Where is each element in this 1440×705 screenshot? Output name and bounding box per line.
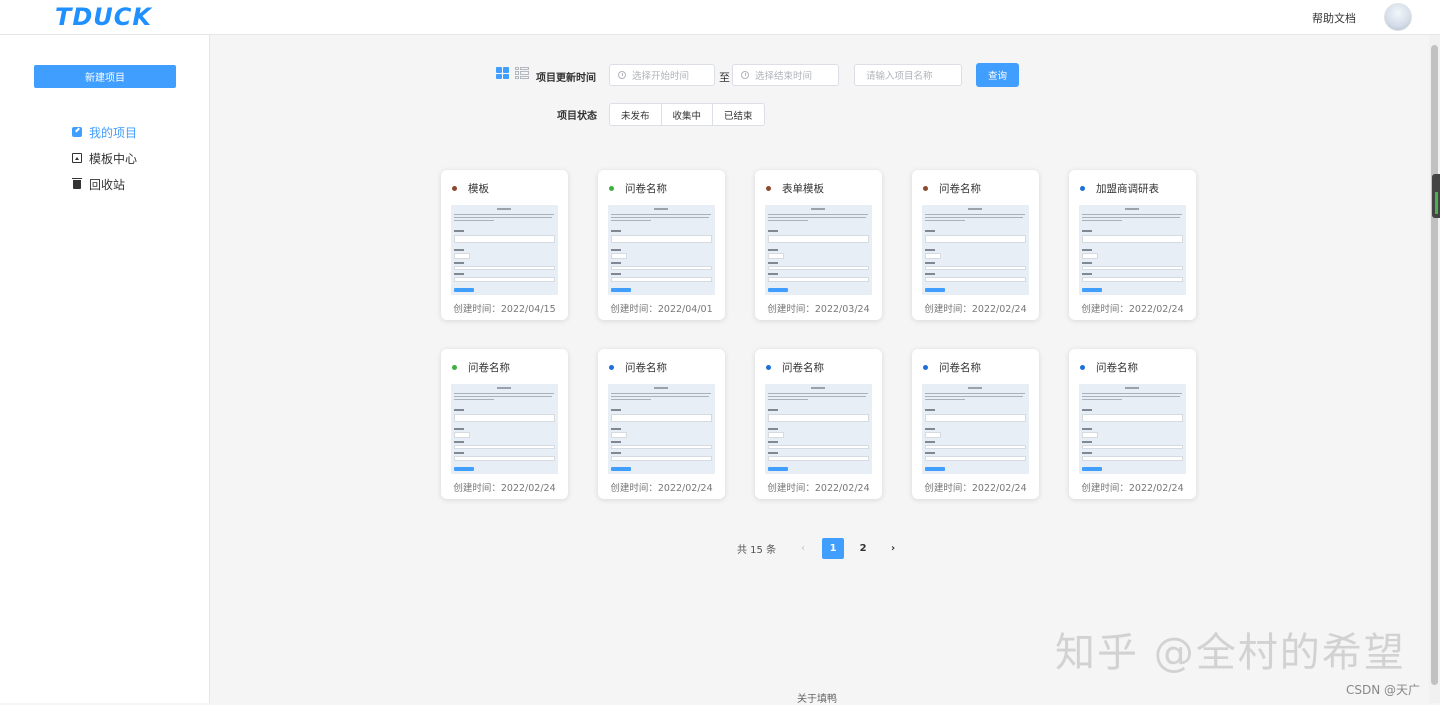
start-time-input[interactable]: 选择开始时间 (609, 64, 715, 86)
card-title: 问卷名称 (939, 183, 981, 195)
clock-icon (618, 71, 626, 79)
edit-icon (72, 127, 82, 137)
card-title: 表单模板 (782, 183, 824, 195)
project-card[interactable]: 问卷名称创建时间：2022/02/24 (441, 349, 568, 499)
sidebar-item-my-projects[interactable]: 我的项目 (72, 123, 137, 141)
project-card[interactable]: 加盟商调研表创建时间：2022/02/24 (1069, 170, 1196, 320)
help-docs-link[interactable]: 帮助文档 (1312, 10, 1356, 26)
form-preview-thumbnail (608, 205, 715, 295)
range-separator: 至 (719, 71, 730, 84)
page-1-button[interactable]: 1 (822, 538, 845, 559)
status-dot-icon (923, 186, 928, 191)
start-time-placeholder: 选择开始时间 (632, 71, 690, 82)
card-title: 问卷名称 (468, 362, 510, 374)
project-card[interactable]: 问卷名称创建时间：2022/02/24 (912, 349, 1039, 499)
status-dot-icon (923, 365, 928, 370)
status-dot-icon (1080, 186, 1085, 191)
card-created-date: 创建时间：2022/02/24 (924, 483, 1027, 494)
form-preview-thumbnail (1079, 205, 1186, 295)
user-avatar-icon[interactable] (1384, 3, 1412, 31)
card-title: 问卷名称 (625, 183, 667, 195)
form-preview-thumbnail (765, 384, 872, 474)
card-title: 问卷名称 (1096, 362, 1138, 374)
status-label: 项目状态 (557, 111, 597, 122)
card-created-date: 创建时间：2022/02/24 (610, 483, 713, 494)
grid-view-icon[interactable] (496, 67, 509, 79)
form-preview-thumbnail (451, 384, 558, 474)
card-created-date: 创建时间：2022/02/24 (924, 304, 1027, 315)
project-card[interactable]: 问卷名称创建时间：2022/02/24 (755, 349, 882, 499)
form-preview-thumbnail (608, 384, 715, 474)
card-title: 问卷名称 (782, 362, 824, 374)
project-card[interactable]: 模板创建时间：2022/04/15 (441, 170, 568, 320)
sidebar-item-label: 回收站 (89, 177, 126, 192)
card-created-date: 创建时间：2022/04/15 (453, 304, 556, 315)
status-dot-icon (609, 365, 614, 370)
scrollbar[interactable] (1429, 35, 1440, 703)
csdn-watermark: CSDN @天广 (1346, 683, 1421, 697)
next-page-button[interactable]: › (882, 538, 904, 559)
card-title: 加盟商调研表 (1096, 183, 1159, 195)
project-card[interactable]: 问卷名称创建时间：2022/02/24 (1069, 349, 1196, 499)
card-created-date: 创建时间：2022/02/24 (1081, 483, 1184, 494)
prev-page-button[interactable]: ‹ (792, 538, 814, 559)
card-title: 问卷名称 (939, 362, 981, 374)
new-project-button[interactable]: 新建项目 (34, 65, 176, 88)
trash-icon (72, 177, 82, 189)
sidebar: 新建项目 我的项目 模板中心 回收站 (0, 35, 210, 703)
scrollbar-thumb[interactable] (1431, 45, 1438, 685)
form-preview-thumbnail (922, 384, 1029, 474)
project-card[interactable]: 问卷名称创建时间：2022/02/24 (912, 170, 1039, 320)
card-title: 问卷名称 (625, 362, 667, 374)
view-switcher (496, 67, 529, 79)
card-created-date: 创建时间：2022/02/24 (1081, 304, 1184, 315)
pagination-total: 共 15 条 (737, 545, 777, 556)
clock-icon (741, 71, 749, 79)
card-created-date: 创建时间：2022/04/01 (610, 304, 713, 315)
form-preview-thumbnail (765, 205, 872, 295)
sidebar-item-label: 我的项目 (89, 125, 138, 140)
form-preview-thumbnail (1079, 384, 1186, 474)
top-header: TDUCK 帮助文档 (0, 0, 1440, 35)
status-unpublished-button[interactable]: 未发布 (609, 103, 662, 126)
project-name-input[interactable]: 请输入项目名称 (854, 64, 962, 86)
form-preview-thumbnail (451, 205, 558, 295)
status-dot-icon (766, 186, 771, 191)
sidebar-item-template-center[interactable]: 模板中心 (72, 149, 137, 167)
status-dot-icon (452, 365, 457, 370)
end-time-placeholder: 选择结束时间 (755, 71, 813, 82)
pagination: 共 15 条 ‹ 1 2 › (737, 538, 908, 559)
form-preview-thumbnail (922, 205, 1029, 295)
project-card[interactable]: 问卷名称创建时间：2022/04/01 (598, 170, 725, 320)
list-view-icon[interactable] (515, 67, 529, 79)
template-icon (72, 153, 82, 163)
card-title: 模板 (468, 183, 489, 195)
status-filter-group: 未发布 收集中 已结束 (609, 103, 765, 126)
status-dot-icon (1080, 365, 1085, 370)
logo[interactable]: TDUCK (55, 3, 152, 31)
status-dot-icon (452, 186, 457, 191)
status-collecting-button[interactable]: 收集中 (660, 103, 714, 126)
end-time-input[interactable]: 选择结束时间 (732, 64, 839, 86)
sidebar-item-recycle-bin[interactable]: 回收站 (72, 175, 125, 193)
project-name-placeholder: 请输入项目名称 (866, 71, 933, 82)
status-ended-button[interactable]: 已结束 (712, 103, 765, 126)
status-dot-icon (609, 186, 614, 191)
query-button[interactable]: 查询 (976, 63, 1019, 87)
card-created-date: 创建时间：2022/02/24 (767, 483, 870, 494)
card-created-date: 创建时间：2022/02/24 (453, 483, 556, 494)
zhihu-watermark: 知乎 @全村的希望 (1055, 630, 1406, 676)
update-time-label: 项目更新时间 (536, 73, 596, 84)
project-card[interactable]: 表单模板创建时间：2022/03/24 (755, 170, 882, 320)
side-floating-tab[interactable] (1432, 174, 1440, 218)
page-2-button[interactable]: 2 (852, 538, 874, 559)
project-card[interactable]: 问卷名称创建时间：2022/02/24 (598, 349, 725, 499)
card-created-date: 创建时间：2022/03/24 (767, 304, 870, 315)
status-dot-icon (766, 365, 771, 370)
sidebar-item-label: 模板中心 (89, 151, 138, 166)
